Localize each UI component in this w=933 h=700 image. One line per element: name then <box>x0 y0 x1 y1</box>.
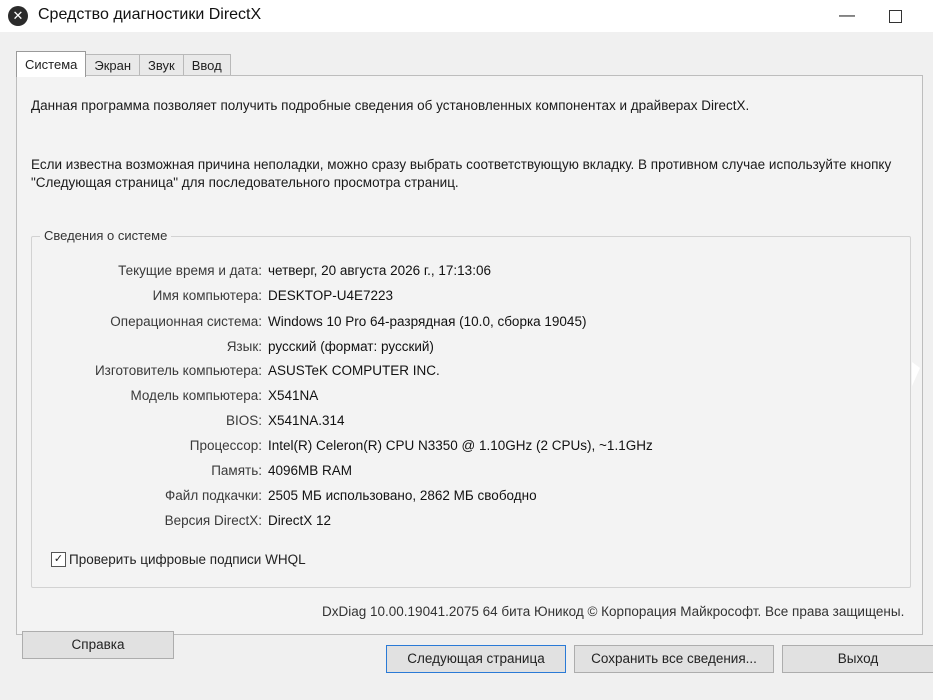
exit-button[interactable]: Выход <box>782 645 933 673</box>
maximize-icon <box>888 10 902 23</box>
info-row-os: Операционная система: Windows 10 Pro 64-… <box>32 314 902 336</box>
system-info-group-title: Сведения о системе <box>40 228 172 243</box>
save-all-info-button[interactable]: Сохранить все сведения... <box>574 645 774 673</box>
info-value: Intel(R) Celeron(R) CPU N3350 @ 1.10GHz … <box>268 438 653 453</box>
minimize-button[interactable]: — <box>838 8 856 26</box>
tab-input[interactable]: Ввод <box>182 54 231 77</box>
info-row-memory: Память: 4096MB RAM <box>32 463 902 485</box>
whql-checkbox-label: Проверить цифровые подписи WHQL <box>69 552 306 567</box>
mouse-cursor-icon <box>912 362 920 386</box>
info-value: X541NA <box>268 388 319 403</box>
directx-app-icon: ✕ <box>8 6 28 26</box>
next-page-button[interactable]: Следующая страница <box>386 645 566 673</box>
info-value: X541NA.314 <box>268 413 345 428</box>
tab-system[interactable]: Система <box>16 51 87 77</box>
info-row-model: Модель компьютера: X541NA <box>32 388 902 410</box>
info-label: Файл подкачки: <box>165 488 262 503</box>
info-value: 4096MB RAM <box>268 463 353 478</box>
info-label: Операционная система: <box>110 314 262 329</box>
title-bar: ✕ Средство диагностики DirectX — <box>0 0 933 32</box>
info-value: DirectX 12 <box>268 513 332 528</box>
system-info-group: Сведения о системе Текущие время и дата:… <box>31 228 911 588</box>
info-label: Имя компьютера: <box>152 288 262 303</box>
info-row-language: Язык: русский (формат: русский) <box>32 339 902 361</box>
info-label: Версия DirectX: <box>164 513 262 528</box>
info-label: Текущие время и дата: <box>118 263 262 278</box>
intro-text: Данная программа позволяет получить подр… <box>31 98 750 113</box>
system-tab-panel: Данная программа позволяет получить подр… <box>16 75 923 635</box>
info-label: Модель компьютера: <box>130 388 262 403</box>
info-row-computer-name: Имя компьютера: DESKTOP-U4E7223 <box>32 288 902 310</box>
info-value: Windows 10 Pro 64-разрядная (10.0, сборк… <box>268 314 587 329</box>
window-title: Средство диагностики DirectX <box>38 6 262 23</box>
info-row-datetime: Текущие время и дата: четверг, 20 август… <box>32 263 902 285</box>
info-value: русский (формат: русский) <box>268 339 434 354</box>
info-label: Процессор: <box>189 438 262 453</box>
info-label: Язык: <box>226 339 262 354</box>
info-value: четверг, 20 августа 2026 г., 17:13:06 <box>268 263 491 278</box>
tab-strip: Система Экран Звук Ввод <box>16 51 231 77</box>
info-value: DESKTOP-U4E7223 <box>268 288 394 303</box>
info-row-processor: Процессор: Intel(R) Celeron(R) CPU N3350… <box>32 438 902 460</box>
info-row-manufacturer: Изготовитель компьютера: ASUSTeK COMPUTE… <box>32 363 902 385</box>
info-row-pagefile: Файл подкачки: 2505 МБ использовано, 286… <box>32 488 902 510</box>
maximize-button[interactable] <box>886 8 904 26</box>
whql-checkbox[interactable]: ✓ <box>51 552 66 567</box>
copyright-text: DxDiag 10.00.19041.2075 64 бита Юникод ©… <box>322 604 905 619</box>
intro-hint-text: Если известна возможная причина неполадк… <box>31 157 892 190</box>
info-label: BIOS: <box>225 413 262 428</box>
info-row-bios: BIOS: X541NA.314 <box>32 413 902 435</box>
info-value: 2505 МБ использовано, 2862 МБ свободно <box>268 488 537 503</box>
info-value: ASUSTeK COMPUTER INC. <box>268 363 440 378</box>
info-label: Изготовитель компьютера: <box>94 363 262 378</box>
info-label: Память: <box>211 463 262 478</box>
whql-checkbox-row[interactable]: ✓ Проверить цифровые подписи WHQL <box>51 552 306 567</box>
info-row-directx-version: Версия DirectX: DirectX 12 <box>32 513 902 535</box>
tab-display[interactable]: Экран <box>85 54 141 77</box>
help-button[interactable]: Справка <box>22 631 174 659</box>
tab-sound[interactable]: Звук <box>139 54 184 77</box>
